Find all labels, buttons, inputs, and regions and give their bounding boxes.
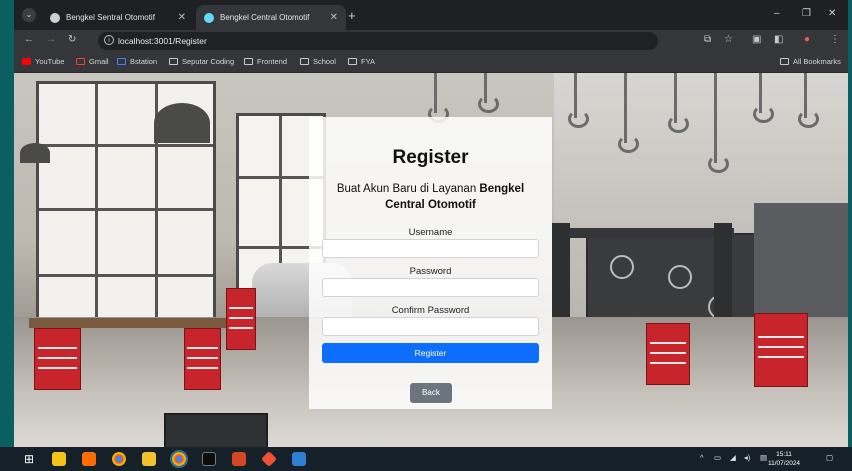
close-tab-icon[interactable]: ✕ <box>178 12 186 23</box>
bookmark-fya[interactable]: FYA <box>348 57 375 66</box>
folder-icon <box>300 58 309 65</box>
bookmark-school[interactable]: School <box>300 57 336 66</box>
tab-title: Bengkel Sentral Otomotif <box>66 13 155 22</box>
globe-icon <box>50 12 60 23</box>
notification-icon[interactable]: ▢ <box>826 453 833 462</box>
react-icon <box>204 12 214 23</box>
tab-title: Bengkel Central Otomotif <box>220 13 310 22</box>
username-label: Username <box>408 227 453 238</box>
clock-time: 15:11 <box>776 451 792 458</box>
password-label: Password <box>409 266 452 277</box>
restore-icon[interactable]: ❐ <box>802 8 811 19</box>
install-app-icon[interactable]: ⧉ <box>704 34 711 45</box>
browser-window: ⌄ Bengkel Sentral Otomotif ✕ Bengkel Cen… <box>14 0 848 447</box>
windows-taskbar: ⊞ ^ ▭ ◢ ◂) ▤ 15:11 11/07/2024 ▢ <box>0 447 852 471</box>
system-clock[interactable]: 15:11 11/07/2024 <box>768 450 800 468</box>
all-bookmarks[interactable]: All Bookmarks <box>780 57 841 66</box>
register-button[interactable]: Register <box>322 343 539 363</box>
forward-arrow-icon[interactable]: → <box>46 34 56 45</box>
close-window-icon[interactable]: ✕ <box>828 8 836 19</box>
username-input[interactable] <box>322 239 539 258</box>
bookmark-bstation[interactable]: Bstation <box>117 57 157 66</box>
app-icon[interactable] <box>82 452 96 466</box>
tab-strip: ⌄ Bengkel Sentral Otomotif ✕ Bengkel Cen… <box>14 0 848 30</box>
profile-avatar[interactable]: ● <box>804 34 810 45</box>
bookmark-frontend[interactable]: Frontend <box>244 57 287 66</box>
folder-icon <box>348 58 357 65</box>
address-toolbar: ← → ↻ i localhost:3001/Register ⧉ ☆ ▣ ◧ … <box>14 30 848 52</box>
chrome-icon[interactable] <box>112 452 126 466</box>
folder-icon <box>169 58 178 65</box>
site-info-icon[interactable]: i <box>104 35 114 45</box>
reload-icon[interactable]: ↻ <box>68 34 76 45</box>
close-tab-icon[interactable]: ✕ <box>330 12 338 23</box>
git-icon[interactable] <box>261 451 277 467</box>
register-card: Register Buat Akun Baru di Layanan Bengk… <box>309 117 552 409</box>
extension-icon[interactable]: ▣ <box>752 34 761 45</box>
password-input[interactable] <box>322 278 539 297</box>
bstation-icon <box>117 58 126 65</box>
bookmarks-bar: YouTube Gmail Bstation Seputar Coding Fr… <box>14 52 848 73</box>
page-title: Register <box>392 147 469 168</box>
tab-bengkel-central[interactable]: Bengkel Central Otomotif ✕ <box>196 5 346 30</box>
sticky-notes-icon[interactable] <box>52 452 66 466</box>
side-panel-icon[interactable]: ◧ <box>774 34 783 45</box>
bookmark-seputar-coding[interactable]: Seputar Coding <box>169 57 234 66</box>
minimize-icon[interactable]: – <box>774 8 780 19</box>
clock-date: 11/07/2024 <box>768 460 801 467</box>
back-button[interactable]: Back <box>410 383 452 403</box>
subtitle-text: Buat Akun Baru di Layanan <box>336 183 480 195</box>
powerpoint-icon[interactable] <box>232 452 246 466</box>
terminal-icon[interactable] <box>202 452 216 466</box>
bookmark-gmail[interactable]: Gmail <box>76 57 109 66</box>
tray-chevron-icon[interactable]: ^ <box>700 453 704 462</box>
youtube-icon <box>22 58 31 65</box>
folder-icon <box>780 58 789 65</box>
confirm-password-input[interactable] <box>322 317 539 336</box>
new-tab-icon[interactable]: + <box>348 8 356 23</box>
keyboard-icon[interactable]: ▤ <box>760 453 767 462</box>
network-icon[interactable]: ◢ <box>730 453 736 462</box>
battery-icon[interactable]: ▭ <box>714 453 721 462</box>
volume-icon[interactable]: ◂) <box>744 453 750 462</box>
bookmark-youtube[interactable]: YouTube <box>22 57 64 66</box>
menu-icon[interactable]: ⋮ <box>830 34 840 45</box>
page-content: Register Buat Akun Baru di Layanan Bengk… <box>14 73 848 447</box>
url-text: localhost:3001/Register <box>118 36 207 46</box>
back-arrow-icon[interactable]: ← <box>24 34 34 45</box>
vscode-icon[interactable] <box>292 452 306 466</box>
gmail-icon <box>76 58 85 65</box>
file-explorer-icon[interactable] <box>142 452 156 466</box>
tab-search-icon[interactable]: ⌄ <box>22 8 36 22</box>
confirm-password-label: Confirm Password <box>391 305 470 316</box>
chrome-active-icon[interactable] <box>170 450 188 468</box>
bookmark-star-icon[interactable]: ☆ <box>724 34 733 45</box>
tab-bengkel-sentral[interactable]: Bengkel Sentral Otomotif ✕ <box>42 5 194 30</box>
page-subtitle: Buat Akun Baru di Layanan Bengkel Centra… <box>329 181 532 213</box>
address-bar[interactable]: i localhost:3001/Register <box>98 32 658 50</box>
windows-start-icon[interactable]: ⊞ <box>24 452 38 466</box>
folder-icon <box>244 58 253 65</box>
